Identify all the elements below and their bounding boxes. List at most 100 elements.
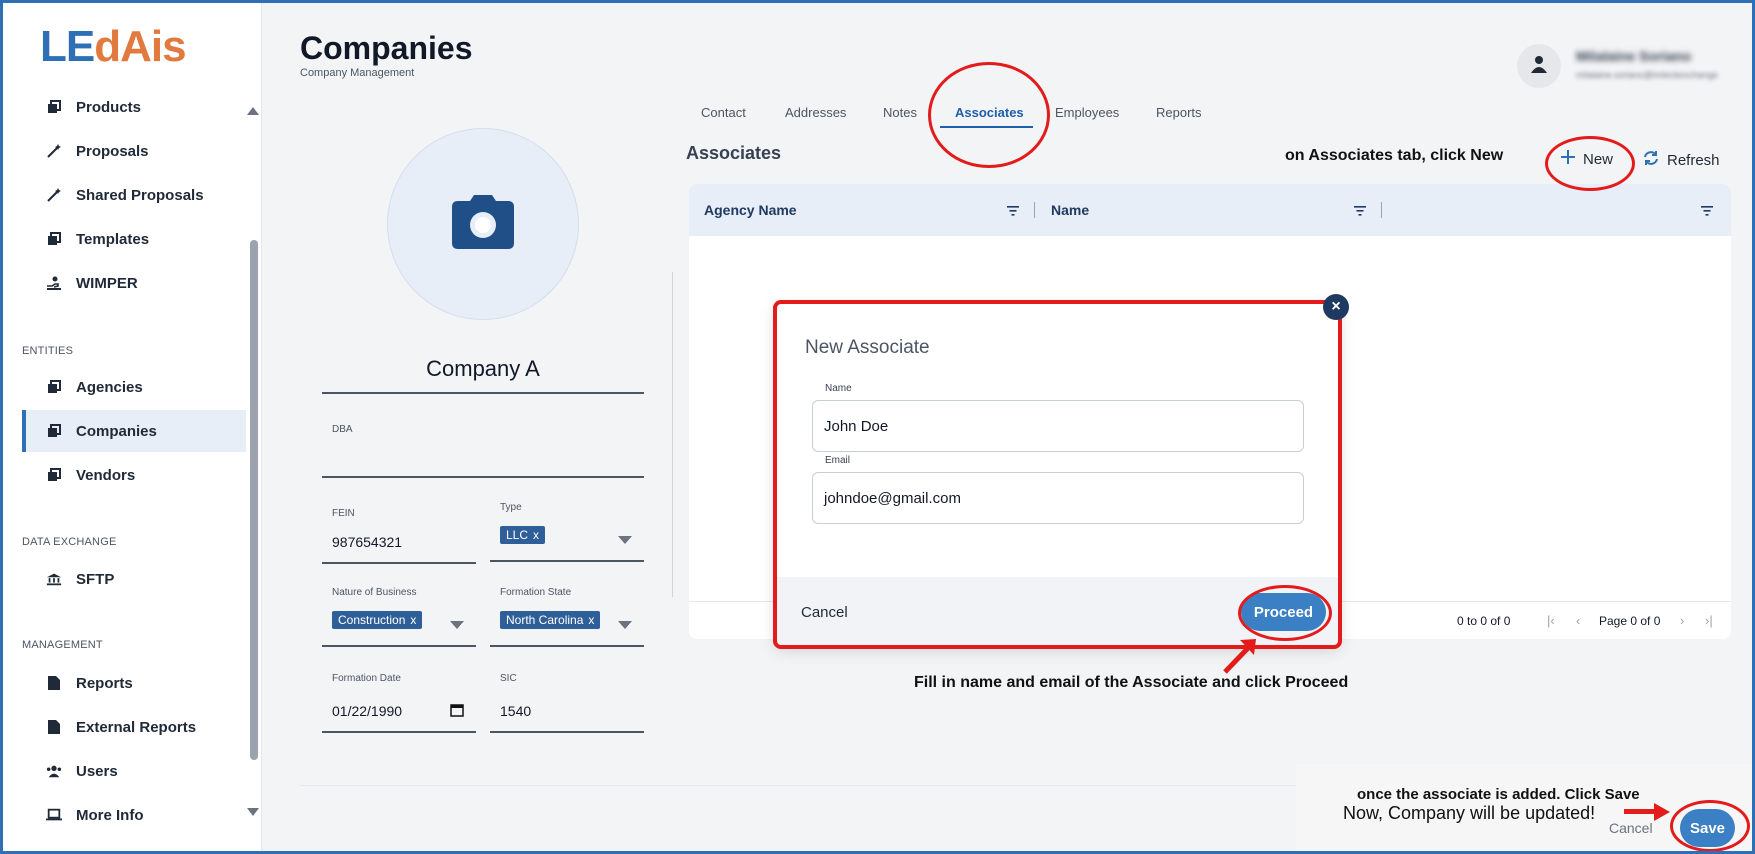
refresh-button[interactable]: Refresh	[1643, 150, 1720, 170]
filter-icon[interactable]	[1354, 203, 1366, 221]
user-name: Milalaine Soriano	[1576, 48, 1692, 64]
sidebar-item-label: Vendors	[76, 466, 136, 484]
page-subtitle: Company Management	[300, 67, 415, 79]
annotation-ring-proceed	[1238, 585, 1332, 641]
sidebar-item-proposals[interactable]: Proposals	[22, 130, 246, 172]
sidebar-item-shared-proposals[interactable]: Shared Proposals	[22, 174, 246, 216]
page-title: Companies	[300, 30, 473, 66]
formation-state-select[interactable]: Formation State North Carolina x	[490, 581, 644, 647]
first-page-icon[interactable]: |‹	[1547, 613, 1555, 628]
bank-icon	[46, 571, 62, 587]
stack-icon	[46, 231, 62, 247]
sidebar-item-label: Templates	[76, 230, 150, 248]
nature-of-business-select[interactable]: Nature of Business Construction x	[322, 581, 476, 647]
chip-remove-icon[interactable]: x	[410, 613, 416, 627]
column-agency-name[interactable]: Agency Name	[704, 202, 797, 218]
tab-addresses[interactable]: Addresses	[785, 105, 846, 120]
ledais-logo[interactable]: LEdAis	[40, 22, 187, 72]
sidebar-item-products[interactable]: Products	[22, 86, 246, 128]
formation-date-field[interactable]: Formation Date 01/22/1990	[322, 667, 476, 733]
last-page-icon[interactable]: ›|	[1705, 613, 1713, 628]
stack-icon	[46, 423, 62, 439]
sidebar-item-label: Proposals	[76, 142, 149, 160]
laptop-icon	[46, 807, 62, 823]
sidebar-item-users[interactable]: Users	[22, 750, 246, 792]
magic-wand-icon	[46, 143, 62, 159]
sidebar-item-companies[interactable]: Companies	[22, 410, 246, 452]
page-indicator: Page 0 of 0	[1599, 614, 1661, 628]
chip-remove-icon[interactable]: x	[588, 613, 594, 627]
dba-field[interactable]: DBA	[322, 412, 644, 478]
tab-notes[interactable]: Notes	[883, 105, 917, 120]
close-icon[interactable]: ×	[1323, 294, 1349, 320]
chevron-down-icon[interactable]	[618, 621, 632, 629]
calendar-icon[interactable]	[450, 703, 464, 722]
users-icon	[46, 763, 62, 779]
column-name[interactable]: Name	[1051, 202, 1089, 218]
chip-remove-icon[interactable]: x	[533, 528, 539, 542]
sidebar-item-agencies[interactable]: Agencies	[22, 366, 246, 408]
dba-label: DBA	[332, 424, 353, 435]
filter-icon[interactable]	[1701, 203, 1713, 221]
tab-employees[interactable]: Employees	[1055, 105, 1119, 120]
nature-chip[interactable]: Construction x	[332, 611, 423, 629]
sidebar-item-sftp[interactable]: SFTP	[22, 558, 246, 600]
hand-coin-icon	[46, 275, 62, 291]
annotation-arrow-icon	[1624, 803, 1670, 821]
sidebar-item-vendors[interactable]: Vendors	[22, 454, 246, 496]
stack-icon	[46, 467, 62, 483]
associates-heading: Associates	[686, 143, 782, 163]
grid-header: Agency Name Name	[689, 184, 1731, 236]
sic-value: 1540	[500, 703, 532, 719]
file-icon	[46, 675, 62, 691]
sidebar-item-label: More Info	[76, 806, 144, 824]
column-separator[interactable]	[1034, 202, 1035, 218]
filter-icon[interactable]	[1007, 203, 1019, 221]
sidebar-item-label: SFTP	[76, 570, 115, 588]
fein-field[interactable]: FEIN 987654321	[322, 502, 476, 564]
sidebar-item-external-reports[interactable]: External Reports	[22, 706, 246, 748]
section-title-management: MANAGEMENT	[22, 639, 103, 651]
footer-cancel-button[interactable]: Cancel	[1609, 820, 1653, 836]
annotation-note-updated: Now, Company will be updated!	[1343, 803, 1596, 823]
fein-value: 987654321	[332, 534, 403, 550]
chevron-down-icon[interactable]	[450, 621, 464, 629]
annotation-ring-tab	[928, 62, 1050, 168]
user-email: milalaine.soriano@imteckexchange	[1576, 70, 1718, 80]
sidebar-scrollbar[interactable]	[250, 240, 258, 760]
sidebar: LEdAis Products Proposals Shared Proposa…	[0, 0, 262, 854]
tab-reports[interactable]: Reports	[1156, 105, 1202, 120]
chip-label: Construction	[338, 613, 406, 627]
row-count: 0 to 0 of 0	[1457, 614, 1511, 628]
next-page-icon[interactable]: ›	[1680, 613, 1684, 628]
chevron-down-icon[interactable]	[618, 536, 632, 544]
sidebar-item-label: Products	[76, 98, 142, 116]
formation-date-label: Formation Date	[332, 673, 401, 684]
prev-page-icon[interactable]: ‹	[1576, 613, 1580, 628]
type-chip[interactable]: LLC x	[500, 526, 546, 544]
type-select[interactable]: Type LLC x	[490, 496, 644, 562]
sidebar-item-reports[interactable]: Reports	[22, 662, 246, 704]
avatar[interactable]	[1517, 44, 1561, 88]
sidebar-item-label: Companies	[76, 422, 157, 440]
column-separator[interactable]	[1381, 202, 1382, 218]
sidebar-item-more-info[interactable]: More Info	[22, 794, 246, 836]
state-chip[interactable]: North Carolina x	[500, 611, 601, 629]
stack-icon	[46, 379, 62, 395]
annotation-ring-new	[1545, 136, 1635, 191]
scroll-down-icon[interactable]	[247, 808, 259, 816]
fein-label: FEIN	[332, 508, 355, 519]
tab-contact[interactable]: Contact	[701, 105, 746, 120]
annotation-note-proceed: Fill in name and email of the Associate …	[914, 674, 1349, 691]
nature-label: Nature of Business	[332, 587, 417, 598]
sic-field[interactable]: SIC 1540	[490, 667, 644, 733]
sidebar-item-label: Users	[76, 762, 118, 780]
state-label: Formation State	[500, 587, 572, 598]
scroll-up-icon[interactable]	[247, 107, 259, 115]
sidebar-item-templates[interactable]: Templates	[22, 218, 246, 260]
sidebar-item-wimper[interactable]: WIMPER	[22, 262, 246, 304]
company-photo[interactable]	[387, 128, 579, 320]
sic-label: SIC	[500, 673, 517, 684]
company-name[interactable]: Company A	[322, 356, 644, 394]
sidebar-item-label: Reports	[76, 674, 133, 692]
